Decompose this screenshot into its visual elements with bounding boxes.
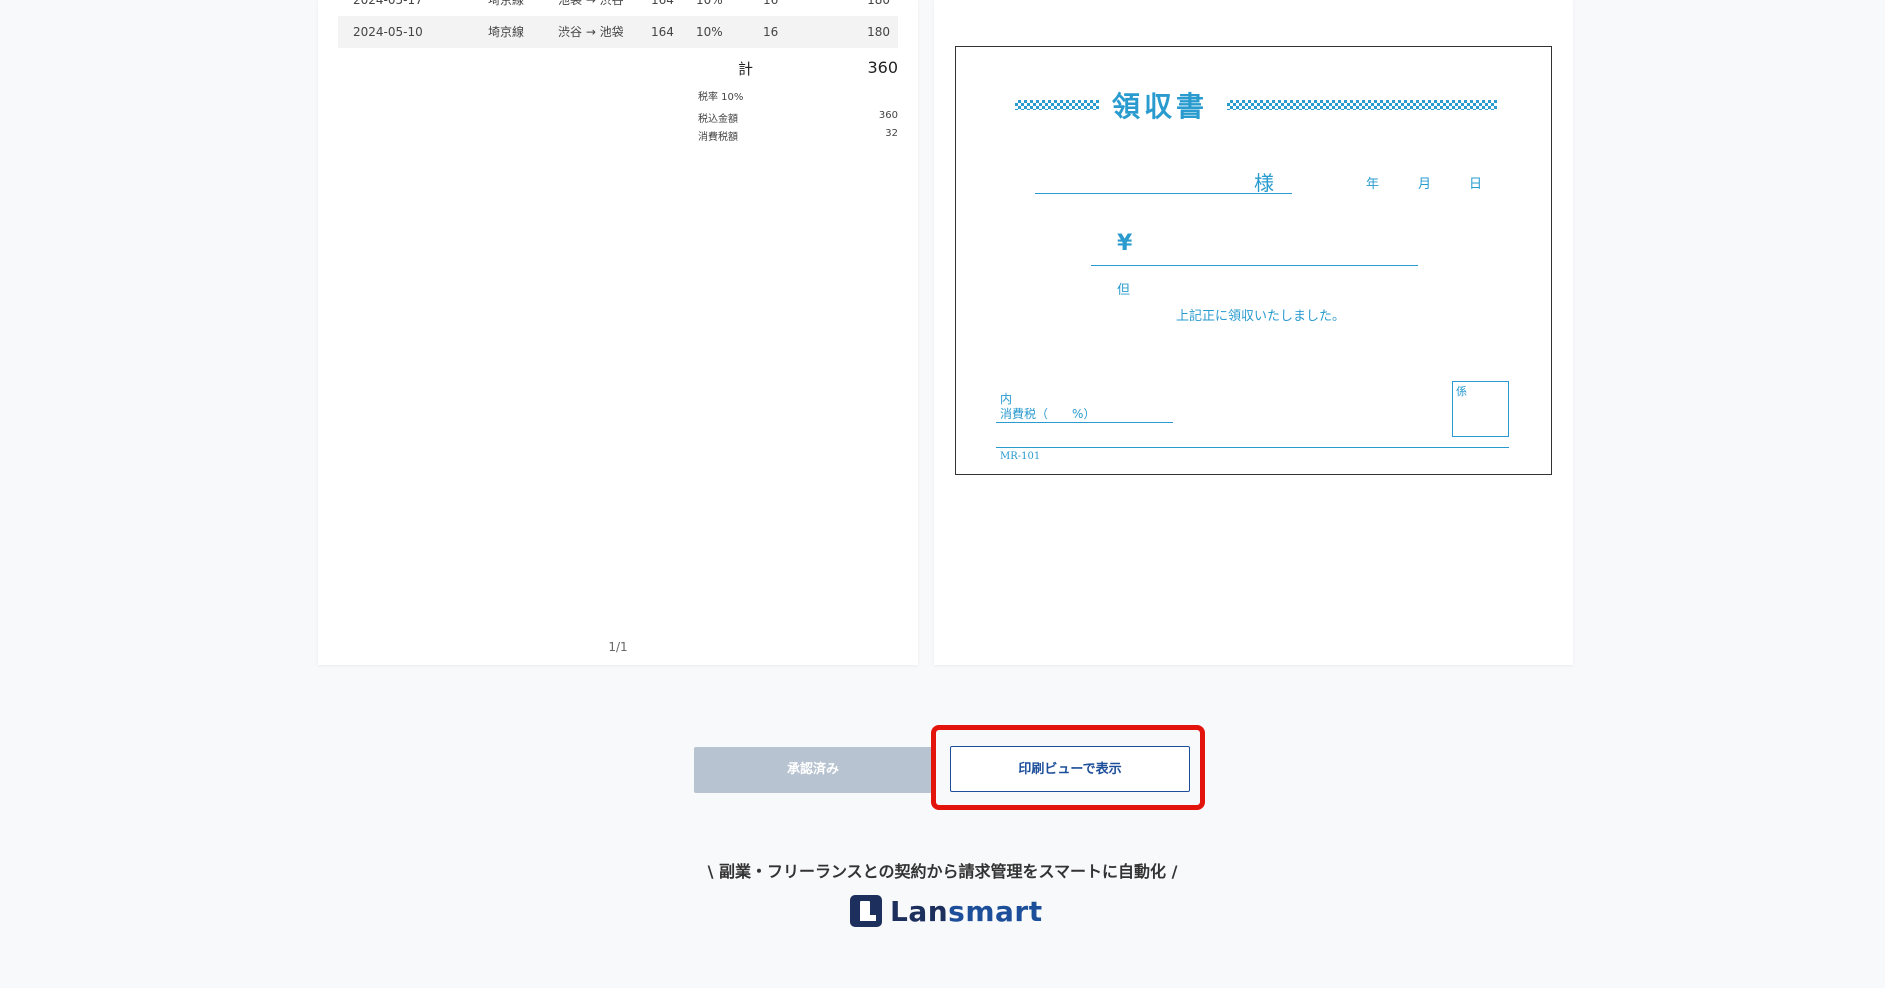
day-label: 日	[1469, 177, 1483, 192]
row-line: 埼京線	[488, 25, 525, 39]
row-amount: 180	[867, 0, 890, 7]
receipt-panel: 領収書 様 年 月 日 ¥ 但 上記正に領収いたしました。 内 消費税（ %） …	[934, 0, 1573, 665]
title-checker-right	[1227, 100, 1497, 110]
total-value: 360	[867, 58, 898, 77]
tadashi-label: 但	[1117, 283, 1131, 298]
table-row: 2024-05-17 埼京線 池袋 → 渋谷 164 10% 16 180	[338, 0, 898, 16]
footer-tagline: \ 副業・フリーランスとの契約から請求管理をスマートに自動化 /	[707, 862, 1178, 881]
row-amount: 180	[867, 25, 890, 39]
tax-breakdown-label: 消費税（ %）	[1000, 407, 1096, 421]
table-row: 2024-05-10 埼京線 渋谷 → 池袋 164 10% 16 180	[338, 16, 898, 48]
row-fare: 164	[651, 0, 674, 7]
addressee-sama: 様	[1254, 171, 1274, 195]
logo-text-b: smart	[948, 894, 1043, 928]
addressee-line	[1035, 193, 1292, 194]
page-number: 1/1	[608, 640, 628, 654]
incl-amount-label: 税込金額	[698, 114, 738, 125]
receipt-form: 領収書 様 年 月 日 ¥ 但 上記正に領収いたしました。 内 消費税（ %） …	[955, 46, 1552, 475]
month-label: 月	[1418, 177, 1432, 192]
row-tax: 16	[763, 0, 779, 7]
consumption-tax-value: 32	[885, 128, 898, 139]
form-code: MR-101	[1000, 451, 1041, 462]
print-view-button[interactable]: 印刷ビューで表示	[950, 746, 1190, 792]
row-fare: 164	[651, 25, 674, 39]
row-date: 2024-05-17	[353, 0, 423, 7]
logo-text: Lansmart	[890, 895, 1043, 928]
expense-table-panel: 2024-05-17 埼京線 池袋 → 渋谷 164 10% 16 180 20…	[318, 0, 918, 665]
tax-line	[996, 422, 1173, 423]
row-route: 渋谷 → 池袋	[558, 25, 624, 39]
logo-text-a: Lan	[890, 894, 949, 928]
receipt-statement: 上記正に領収いたしました。	[1176, 309, 1346, 324]
receipt-title: 領収書	[1112, 90, 1209, 123]
row-rate: 10%	[696, 25, 723, 39]
row-date: 2024-05-10	[353, 25, 423, 39]
tax-rate-label: 税率 10%	[698, 92, 744, 103]
bottom-line	[996, 447, 1509, 448]
incl-amount-value: 360	[878, 110, 898, 121]
row-rate: 10%	[696, 0, 723, 7]
amount-line	[1091, 265, 1418, 266]
row-route: 池袋 → 渋谷	[558, 0, 624, 7]
title-checker-left	[1015, 100, 1099, 110]
total-label: 計	[738, 60, 754, 78]
stamp-box: 係	[1452, 381, 1509, 437]
logo-mark-icon	[850, 895, 882, 927]
approved-button[interactable]: 承認済み	[694, 747, 932, 793]
kakari-label: 係	[1456, 385, 1467, 398]
lansmart-logo[interactable]: Lansmart	[850, 893, 1043, 929]
row-line: 埼京線	[488, 0, 525, 7]
row-tax: 16	[763, 25, 779, 39]
yen-symbol: ¥	[1117, 231, 1133, 256]
consumption-tax-label: 消費税額	[698, 132, 738, 143]
year-label: 年	[1366, 177, 1380, 192]
